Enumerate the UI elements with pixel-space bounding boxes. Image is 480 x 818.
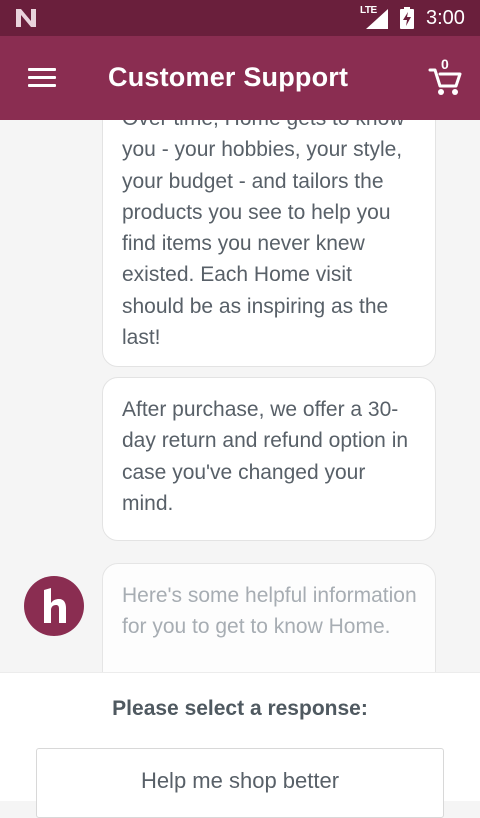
chat-message-list[interactable]: Over time, Home gets to know you - your … xyxy=(0,120,480,672)
response-option-button[interactable]: Help me shop better xyxy=(36,748,444,818)
notification-n-icon xyxy=(16,9,36,27)
chat-message-bubble: Here's some helpful information for you … xyxy=(102,563,436,672)
app-bar: Customer Support 0 xyxy=(0,36,480,120)
response-prompt: Please select a response: xyxy=(112,697,368,720)
cart-count-badge: 0 xyxy=(441,56,449,72)
status-bar: LTE 3:00 xyxy=(0,0,480,36)
home-logo-icon xyxy=(24,576,84,636)
status-time: 3:00 xyxy=(426,7,465,29)
hamburger-menu-icon[interactable] xyxy=(28,68,56,88)
signal-icon xyxy=(366,9,388,29)
page-title: Customer Support xyxy=(108,62,349,92)
chat-message-bubble: After purchase, we offer a 30-day return… xyxy=(102,377,436,541)
battery-charging-icon xyxy=(400,7,414,29)
response-panel: Please select a response: Help me shop b… xyxy=(0,672,480,818)
chat-message-bubble: Over time, Home gets to know you - your … xyxy=(102,120,436,367)
